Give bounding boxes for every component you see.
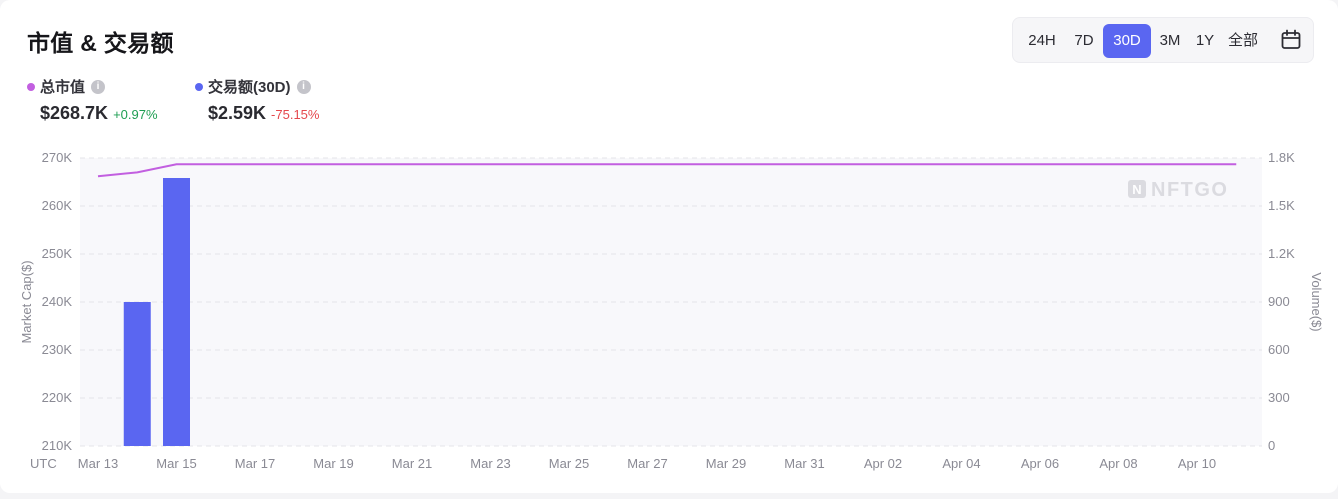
x-tick-label: Mar 15: [156, 456, 196, 471]
x-tick-label: Mar 27: [627, 456, 667, 471]
watermark-text: NFTGO: [1151, 179, 1229, 201]
x-tick-label: Mar 21: [392, 456, 432, 471]
chart-card: 市值 & 交易额 24H 7D 30D 3M 1Y 全部 总市值 i $268.…: [0, 0, 1338, 493]
x-tick-label: Mar 31: [784, 456, 824, 471]
left-tick-label: 270K: [42, 150, 73, 165]
x-tick-label: Apr 10: [1178, 456, 1216, 471]
x-tick-label: Mar 19: [313, 456, 353, 471]
left-tick-label: 230K: [42, 342, 73, 357]
nftgo-watermark: N NFTGO: [1128, 179, 1229, 201]
right-tick-label: 1.8K: [1268, 150, 1295, 165]
market-cap-volume-chart[interactable]: 210K 220K 230K 240K 250K 260K 270K 0 300 600 900 1.…: [0, 0, 1338, 499]
left-tick-label: 260K: [42, 198, 73, 213]
x-tick-label: Apr 08: [1099, 456, 1137, 471]
right-tick-label: 0: [1268, 438, 1275, 453]
right-tick-label: 1.2K: [1268, 246, 1295, 261]
right-tick-label: 900: [1268, 294, 1290, 309]
left-tick-label: 250K: [42, 246, 73, 261]
plot-background: [80, 158, 1262, 446]
x-axis-prefix: UTC: [30, 456, 57, 471]
right-tick-label: 1.5K: [1268, 198, 1295, 213]
left-axis-title: Market Cap($): [19, 260, 34, 343]
left-tick-label: 210K: [42, 438, 73, 453]
x-tick-label: Mar 23: [470, 456, 510, 471]
x-tick-label: Apr 02: [864, 456, 902, 471]
volume-bar: [123, 302, 151, 446]
x-tick-label: Apr 04: [942, 456, 980, 471]
right-axis-title: Volume($): [1309, 272, 1324, 331]
x-tick-label: Mar 25: [549, 456, 589, 471]
x-tick-label: Mar 17: [235, 456, 275, 471]
svg-text:N: N: [1132, 182, 1141, 197]
left-tick-label: 240K: [42, 294, 73, 309]
x-tick-label: Mar 29: [706, 456, 746, 471]
left-tick-label: 220K: [42, 390, 73, 405]
volume-bar: [163, 178, 190, 446]
x-tick-label: Mar 13: [78, 456, 118, 471]
x-tick-label: Apr 06: [1021, 456, 1059, 471]
right-tick-label: 600: [1268, 342, 1290, 357]
right-tick-label: 300: [1268, 390, 1290, 405]
